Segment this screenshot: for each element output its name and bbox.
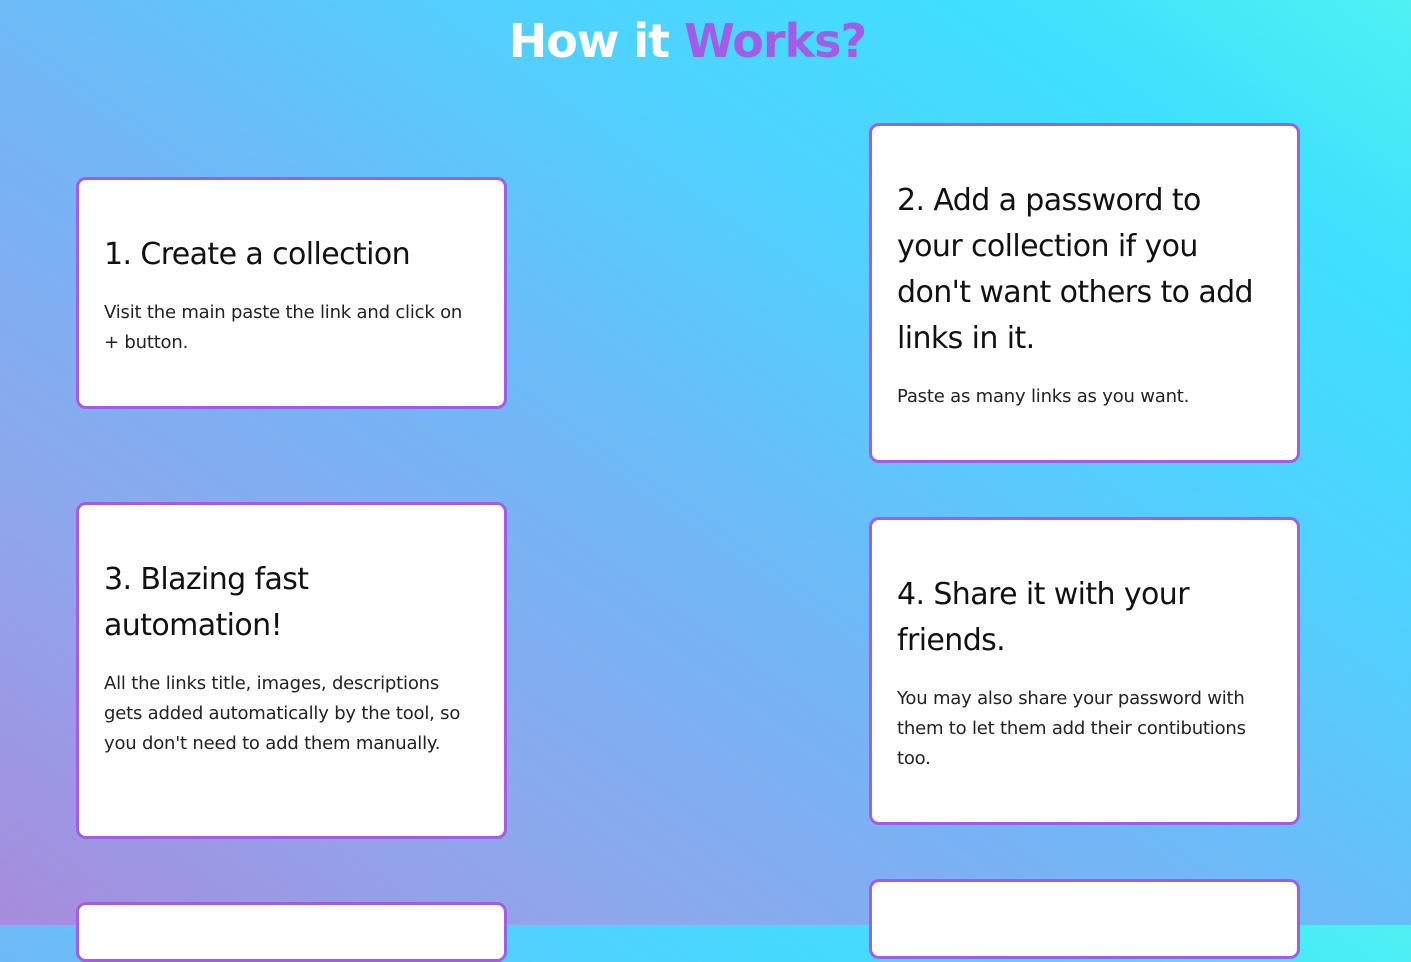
step-card-6-partial — [869, 879, 1300, 959]
page-title-part-2: Works? — [684, 14, 867, 68]
step-title: 4. Share it with your friends. — [897, 577, 1190, 658]
page-title: How it Works? — [0, 14, 1375, 68]
step-card-5-partial — [76, 902, 507, 962]
step-card-3: 3. Blazing fast automation! All the link… — [76, 502, 507, 839]
step-title: 1. Create a collection — [104, 237, 411, 272]
page-title-part-1: How it — [508, 14, 670, 68]
step-card-2: 2. Add a password to your collection if … — [869, 123, 1300, 463]
step-title: 3. Blazing fast automation! — [104, 562, 309, 643]
step-card-4: 4. Share it with your friends. You may a… — [869, 517, 1300, 825]
step-description: You may also share your password with th… — [897, 688, 1246, 769]
step-card-1: 1. Create a collection Visit the main pa… — [76, 177, 507, 409]
step-description: All the links title, images, description… — [104, 673, 461, 754]
step-title: 2. Add a password to your collection if … — [897, 183, 1254, 356]
step-description: Visit the main paste the link and click … — [104, 302, 463, 353]
step-description: Paste as many links as you want. — [897, 386, 1190, 407]
